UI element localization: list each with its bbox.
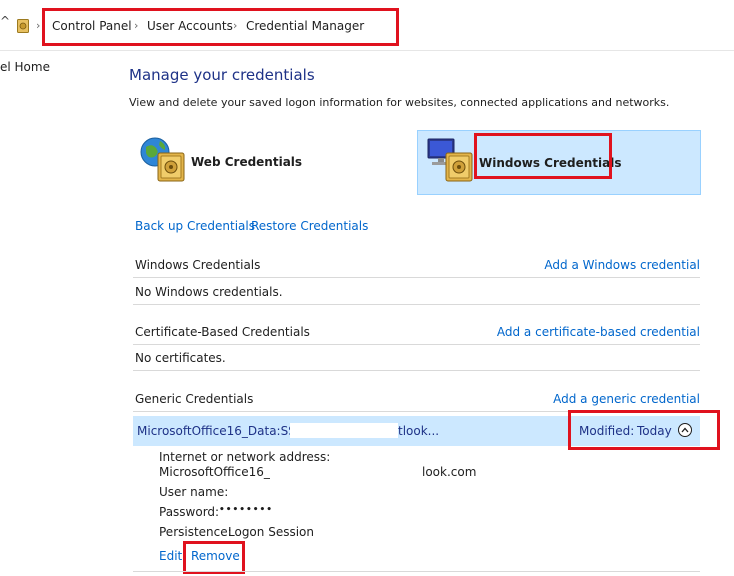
monitor-safe-icon [426,135,476,185]
generic-credentials-section-title: Generic Credentials [135,392,254,406]
up-arrow-icon[interactable]: ^ [0,14,10,28]
persistence-label: Persistence: [159,525,232,539]
windows-credentials-section-title: Windows Credentials [135,258,261,272]
credential-name: MicrosoftOffice16_Data:SSPI: [137,424,311,438]
persistence-value: Logon Session [228,525,314,539]
breadcrumb-user-accounts[interactable]: User Accounts [147,19,233,33]
breadcrumb-separator: › [134,19,139,32]
divider [133,344,700,345]
add-windows-credential-link[interactable]: Add a Windows credential [544,258,700,272]
divider [133,277,700,278]
add-generic-credential-link[interactable]: Add a generic credential [553,392,700,406]
chevron-up-icon[interactable] [678,423,692,437]
certificate-credentials-empty: No certificates. [135,351,226,365]
web-credentials-label: Web Credentials [191,155,303,169]
divider [133,304,700,305]
redacted-block [290,423,398,438]
breadcrumb-credential-manager[interactable]: Credential Manager [246,19,364,33]
globe-safe-icon [138,135,188,185]
add-certificate-credential-link[interactable]: Add a certificate-based credential [497,325,700,339]
modified-value: Today [637,424,672,438]
backup-credentials-link[interactable]: Back up Credentials [135,219,255,233]
password-label: Password: [159,505,220,519]
breadcrumb-separator: › [36,19,41,32]
page-description: View and delete your saved logon informa… [129,96,670,109]
credential-name-suffix: tlook... [398,424,440,438]
page-title: Manage your credentials [129,66,315,84]
divider [133,411,700,412]
remove-link[interactable]: Remove [191,549,240,563]
divider [133,370,700,371]
modified-label: Modified: [579,424,635,438]
username-label: User name: [159,485,229,499]
web-credentials-tile[interactable]: Web Credentials [134,131,404,193]
windows-credentials-empty: No Windows credentials. [135,285,283,299]
address-value: MicrosoftOffice16_ [159,465,270,479]
edit-link[interactable]: Edit [159,549,182,563]
control-panel-home-link[interactable]: el Home [0,60,50,74]
address-bar: ^ › Control Panel › User Accounts › Cred… [0,0,734,51]
address-value-suffix: look.com [422,465,477,479]
certificate-credentials-section-title: Certificate-Based Credentials [135,325,310,339]
address-label: Internet or network address: [159,450,331,464]
breadcrumb-control-panel[interactable]: Control Panel [52,19,132,33]
breadcrumb-separator: › [233,19,238,32]
password-value: •••••••• [219,505,274,515]
windows-credentials-label: Windows Credentials [479,156,622,170]
windows-credentials-tile[interactable]: Windows Credentials [417,130,701,195]
control-panel-icon [17,19,29,33]
divider [133,571,700,572]
generic-credential-row[interactable]: MicrosoftOffice16_Data:SSPI: tlook... Mo… [133,416,700,446]
restore-credentials-link[interactable]: Restore Credentials [251,219,368,233]
